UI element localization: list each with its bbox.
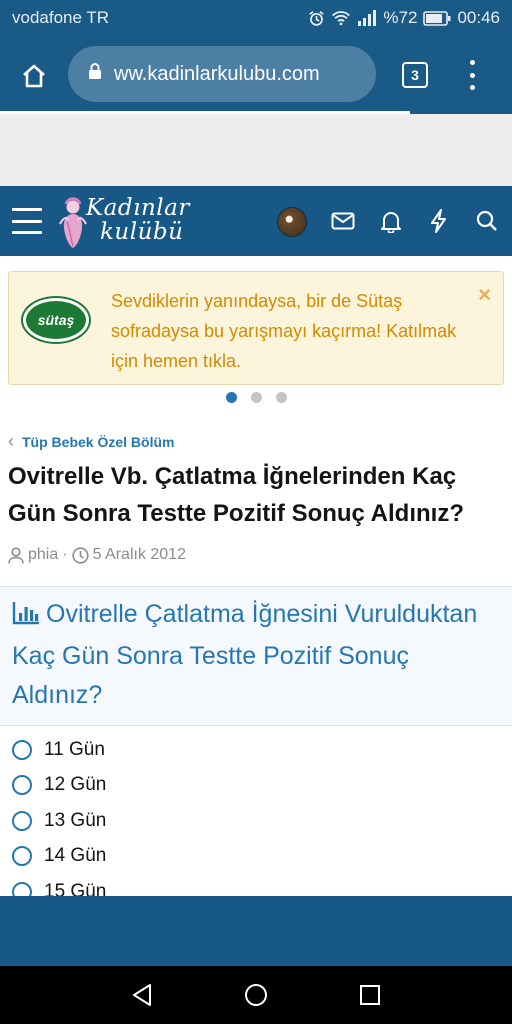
logo-line-1: Kadınlar [86, 195, 190, 221]
radio-button[interactable] [12, 846, 32, 867]
lock-icon [88, 62, 102, 86]
poll-option-label: 12 Gün [44, 774, 107, 796]
page-footer-area [0, 896, 512, 966]
bolt-icon[interactable] [426, 208, 452, 234]
bar-chart-icon [12, 598, 40, 637]
poll-option-label: 13 Gün [44, 809, 107, 831]
browser-toolbar: ww.kadinlarkulubu.com 3 [0, 36, 512, 114]
poll-option-label: 11 Gün [44, 738, 105, 760]
radio-button[interactable] [12, 739, 32, 760]
post-date[interactable]: 5 Aralık 2012 [93, 546, 186, 564]
poll-option-label: 15 Gün [44, 880, 107, 896]
notice-text[interactable]: Sevdiklerin yanındaysa, bir de Sütaş sof… [111, 286, 461, 376]
avatar[interactable] [277, 207, 307, 237]
poll-option[interactable]: 13 Gün [0, 803, 512, 839]
close-icon[interactable]: × [478, 282, 491, 308]
author-link[interactable]: phia [28, 546, 58, 564]
breadcrumb-link[interactable]: Tüp Bebek Özel Bölüm [22, 434, 174, 450]
status-bar: vodafone TR %72 00:46 [0, 0, 512, 36]
tabs-icon[interactable]: 3 [402, 62, 428, 88]
home-icon[interactable] [14, 56, 54, 96]
clock-time: 00:46 [457, 8, 500, 27]
ad-placeholder [0, 114, 512, 186]
url-text: ww.kadinlarkulubu.com [114, 62, 320, 85]
home-circle-icon[interactable] [244, 983, 268, 1007]
alarm-icon [308, 10, 325, 27]
poll-option[interactable]: 11 Gün [0, 732, 512, 768]
poll-option[interactable]: 14 Gün [0, 839, 512, 875]
poll-question-text: Ovitrelle Çatlatma İğnesini Vurulduktan … [12, 600, 478, 709]
radio-button[interactable] [12, 775, 32, 796]
poll-option-label: 14 Gün [44, 845, 107, 867]
mail-icon[interactable] [330, 208, 356, 234]
wifi-icon [331, 10, 351, 26]
radio-button[interactable] [12, 881, 32, 896]
chevron-left-icon: ‹ [8, 431, 14, 451]
recents-icon[interactable] [358, 983, 382, 1007]
bell-icon[interactable] [378, 208, 404, 234]
carrier-name: vodafone TR [12, 8, 110, 27]
poll-option[interactable]: 15 Gün [0, 874, 512, 896]
poll-option[interactable]: 12 Gün [0, 768, 512, 804]
back-icon[interactable] [130, 983, 154, 1007]
battery-icon [423, 10, 451, 26]
poll-options: 11 Gün 12 Gün 13 Gün 14 Gün 15 Gün [0, 726, 512, 896]
poll-question: Ovitrelle Çatlatma İğnesini Vurulduktan … [0, 587, 512, 726]
clock-icon [71, 546, 89, 564]
web-page: Kadınlar kulübü sütaş Sevdiklerin yanınd… [0, 114, 512, 896]
search-icon[interactable] [474, 208, 500, 234]
tab-count: 3 [411, 67, 419, 83]
site-logo[interactable]: Kadınlar kulübü [56, 194, 201, 250]
address-bar[interactable]: ww.kadinlarkulubu.com [68, 46, 376, 102]
page-title: Ovitrelle Vb. Çatlatma İğnelerinden Kaç … [8, 463, 464, 527]
status-icons: %72 00:46 [308, 8, 500, 28]
breadcrumb[interactable]: ‹ Tüp Bebek Özel Bölüm [8, 431, 174, 452]
carousel-dot[interactable] [225, 392, 237, 403]
radio-button[interactable] [12, 810, 32, 831]
logo-line-2: kulübü [100, 219, 184, 245]
battery-percent: %72 [383, 8, 418, 27]
sutas-logo: sütaş [23, 298, 89, 342]
carousel-dots [0, 392, 512, 403]
hamburger-icon[interactable] [12, 208, 42, 234]
user-icon [8, 546, 24, 564]
site-header: Kadınlar kulübü [0, 186, 512, 256]
sponsor-notice[interactable]: sütaş Sevdiklerin yanındaysa, bir de Süt… [8, 271, 504, 385]
carousel-dot[interactable] [250, 392, 262, 403]
thread-meta: phia · 5 Aralık 2012 [8, 546, 186, 564]
poll-block: Ovitrelle Çatlatma İğnesini Vurulduktan … [0, 586, 512, 896]
overflow-menu-icon[interactable] [460, 58, 484, 92]
carousel-dot[interactable] [275, 392, 287, 403]
system-nav-bar [0, 966, 512, 1024]
meta-separator: · [62, 546, 68, 563]
signal-icon [357, 10, 377, 26]
